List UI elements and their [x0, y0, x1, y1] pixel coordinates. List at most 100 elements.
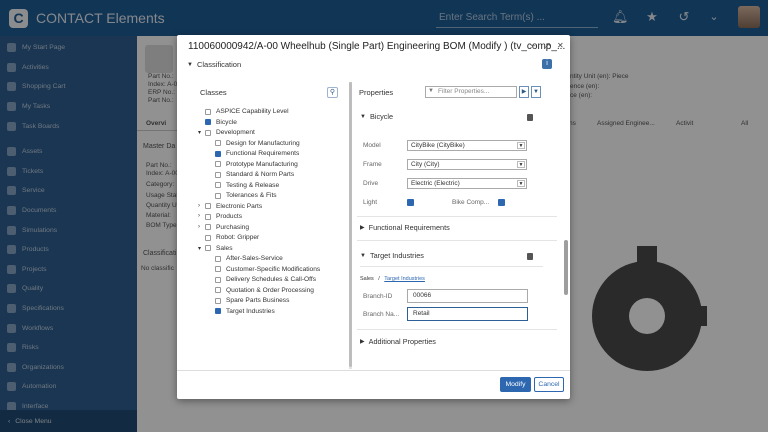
additional-properties-header[interactable]: ▶ Additional Properties	[360, 337, 436, 346]
breadcrumb-sep: /	[378, 276, 380, 282]
caret-down-icon: ▼	[187, 61, 193, 68]
expand-icon[interactable]: ↗	[544, 41, 551, 50]
filter-options-button[interactable]: ▼	[531, 86, 541, 98]
bike-comp-checkbox[interactable]	[498, 199, 505, 206]
class-checkbox[interactable]	[205, 213, 211, 220]
tree-item[interactable]: Quotation & Order Processing	[215, 286, 314, 295]
cancel-button[interactable]: Cancel	[534, 377, 564, 392]
trash-icon[interactable]	[527, 114, 533, 121]
tree-item-label: Quotation & Order Processing	[226, 286, 314, 294]
target-industries-header[interactable]: ▼ Target Industries	[360, 251, 424, 260]
tree-item[interactable]: Standard & Norm Parts	[215, 170, 294, 179]
chevron-down-icon: ▼	[517, 142, 525, 149]
search-icon[interactable]: ⚲	[327, 87, 338, 98]
class-checkbox[interactable]	[205, 224, 211, 230]
properties-panel: Properties Filter Properties... ▼ ▶ ▼ ▼ …	[357, 80, 564, 366]
frame-select[interactable]: City (City) ▼	[407, 159, 527, 170]
caret-right-icon[interactable]: ›	[198, 213, 200, 219]
classes-scrollbar[interactable]	[349, 82, 352, 369]
drive-label: Drive	[363, 180, 379, 187]
info-icon[interactable]: i	[542, 59, 552, 69]
class-checkbox[interactable]	[205, 234, 211, 241]
class-checkbox[interactable]	[205, 245, 211, 251]
model-select[interactable]: CityBike (CityBike) ▼	[407, 140, 527, 151]
tree-item[interactable]: Sales	[205, 244, 233, 253]
caret-right-icon[interactable]: ›	[198, 224, 200, 230]
tree-item[interactable]: Bicycle	[205, 118, 237, 127]
caret-down-icon: ▼	[360, 113, 366, 120]
class-checkbox[interactable]	[215, 276, 221, 283]
tree-item-label: Standard & Norm Parts	[226, 171, 295, 178]
class-checkbox[interactable]	[215, 161, 221, 167]
tree-item[interactable]: Testing & Release	[215, 181, 279, 190]
properties-scroll-thumb[interactable]	[564, 240, 568, 295]
branch-id-input[interactable]: 00066	[407, 289, 528, 303]
breadcrumb-root[interactable]: Sales	[360, 276, 374, 282]
minimize-icon[interactable]: –	[531, 41, 535, 50]
model-label: Model	[363, 142, 381, 149]
class-checkbox[interactable]	[205, 119, 211, 125]
branch-id-label: Branch-ID	[363, 293, 393, 300]
tree-item[interactable]: ASPICE Capability Level	[205, 107, 289, 116]
class-checkbox[interactable]	[215, 192, 221, 199]
tree-item[interactable]: Customer-Specific Modifications	[215, 265, 320, 274]
tree-item[interactable]: Design for Manufacturing	[215, 139, 300, 148]
class-checkbox[interactable]	[205, 203, 211, 209]
tree-item[interactable]: Purchasing	[205, 223, 249, 232]
classification-section-header[interactable]: ▼ Classification	[187, 60, 241, 69]
divider	[357, 329, 557, 330]
tree-item[interactable]: Development	[205, 128, 255, 137]
class-checkbox[interactable]	[215, 297, 221, 304]
light-checkbox[interactable]	[407, 199, 414, 206]
divider	[357, 216, 557, 217]
light-label: Light	[363, 199, 378, 206]
modify-button[interactable]: Modify	[500, 377, 531, 392]
class-checkbox[interactable]	[215, 255, 221, 262]
properties-scrollbar[interactable]	[564, 82, 568, 368]
class-checkbox[interactable]	[215, 140, 221, 146]
caret-right-icon[interactable]: ›	[198, 203, 200, 209]
divider	[360, 266, 543, 267]
class-checkbox[interactable]	[215, 308, 221, 314]
class-checkbox[interactable]	[205, 129, 211, 136]
tree-item[interactable]: Prototype Manufacturing	[215, 160, 298, 169]
drive-select[interactable]: Electric (Electric) ▼	[407, 178, 527, 189]
tree-item-label: Prototype Manufacturing	[226, 160, 298, 168]
class-checkbox[interactable]	[205, 108, 211, 115]
tree-item[interactable]: Products	[205, 212, 242, 221]
tree-item[interactable]: Target Industries	[215, 307, 275, 316]
functional-requirements-label: Functional Requirements	[368, 223, 450, 232]
filter-properties-input[interactable]: Filter Properties...	[425, 86, 517, 98]
tree-item[interactable]: Spare Parts Business	[215, 296, 289, 305]
class-checkbox[interactable]	[215, 287, 221, 293]
class-checkbox[interactable]	[215, 266, 221, 272]
tree-item[interactable]: Functional Requirements	[215, 149, 299, 158]
caret-right-icon: ▶	[360, 339, 365, 345]
properties-title: Properties	[359, 88, 394, 97]
bicycle-group-header[interactable]: ▼ Bicycle	[360, 112, 393, 121]
breadcrumb: Sales / Target Industries	[360, 276, 425, 282]
breadcrumb-leaf[interactable]: Target Industries	[384, 276, 425, 282]
close-icon[interactable]: ✕	[557, 41, 564, 50]
caret-down-icon[interactable]: ▾	[198, 129, 201, 136]
branch-name-input[interactable]: Retail	[407, 307, 528, 321]
tree-item-label: Electronic Parts	[216, 202, 263, 210]
class-checkbox[interactable]	[215, 171, 221, 178]
additional-properties-label: Additional Properties	[368, 337, 436, 346]
tree-item[interactable]: Electronic Parts	[205, 202, 262, 211]
frame-label: Frame	[363, 161, 382, 168]
class-checkbox[interactable]	[215, 150, 221, 157]
trash-icon[interactable]	[527, 253, 533, 260]
functional-requirements-header[interactable]: ▶ Functional Requirements	[360, 223, 450, 232]
classes-scroll-thumb[interactable]	[349, 82, 352, 367]
tree-item[interactable]: Tolerances & Fits	[215, 191, 277, 200]
class-checkbox[interactable]	[215, 182, 221, 188]
tree-item[interactable]: After-Sales-Service	[215, 254, 283, 263]
tree-item[interactable]: Delivery Schedules & Call-Offs	[215, 275, 316, 284]
tree-item-label: Sales	[216, 244, 233, 252]
caret-down-icon[interactable]: ▾	[198, 245, 201, 252]
filter-next-button[interactable]: ▶	[519, 86, 529, 98]
tree-item[interactable]: Robot: Gripper	[205, 233, 259, 242]
caret-down-icon: ▼	[360, 252, 366, 259]
bike-comp-label: Bike Comp...	[452, 199, 490, 206]
